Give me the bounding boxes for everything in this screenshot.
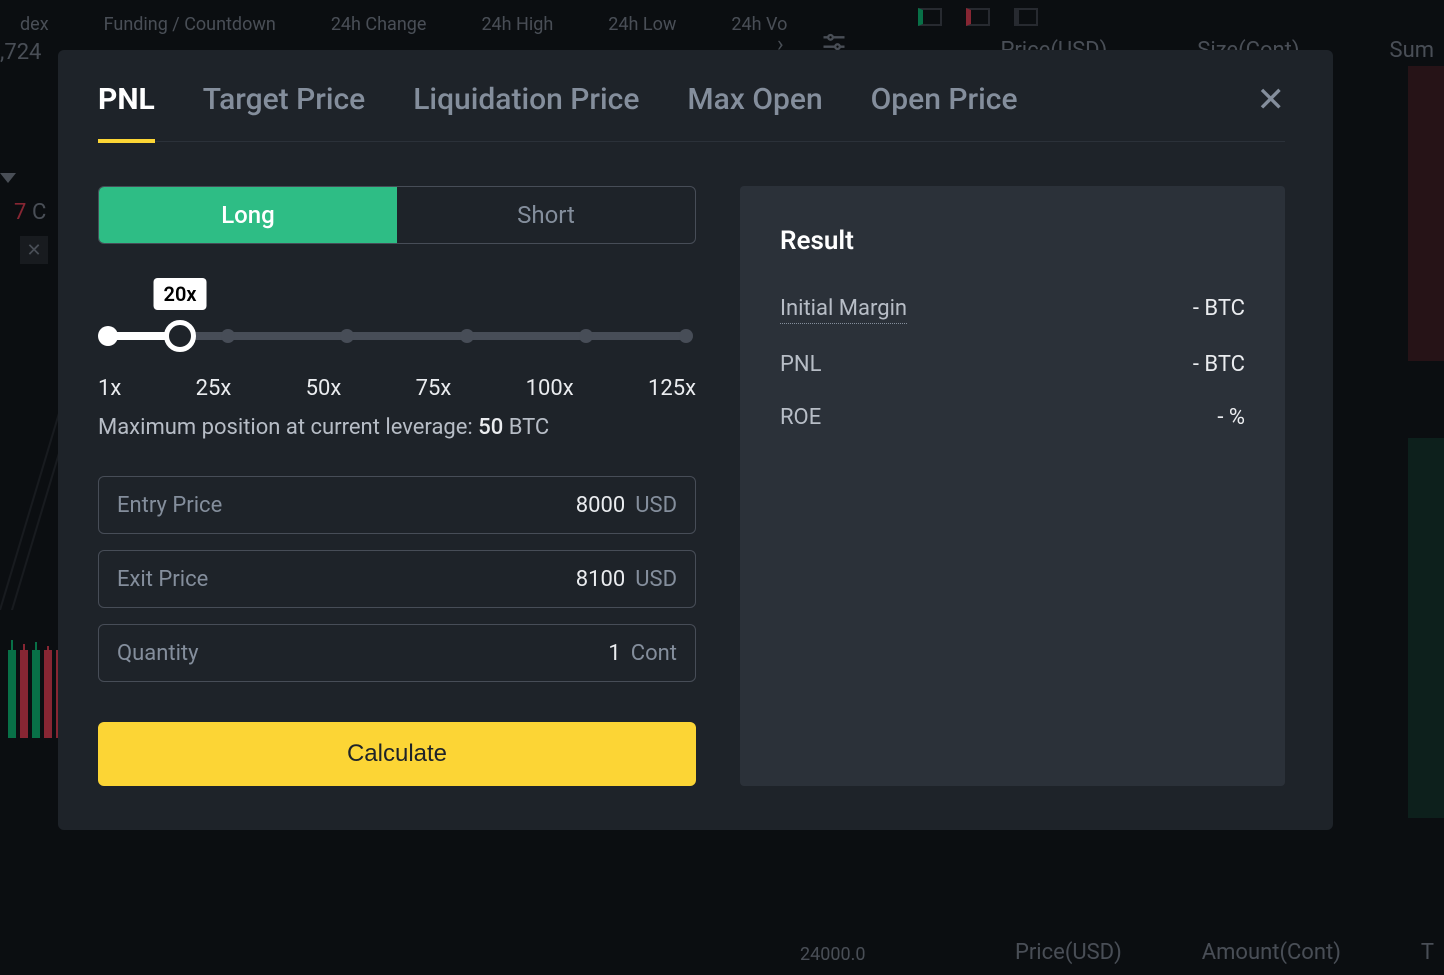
bg-asks-depth <box>1408 66 1444 361</box>
quantity-unit: Cont <box>631 641 677 666</box>
tab-liquidation-price[interactable]: Liquidation Price <box>413 82 639 117</box>
bg-header-item: 24h Low <box>608 14 676 35</box>
result-roe-label: ROE <box>780 405 821 430</box>
leverage-tick-label: 125x <box>648 376 696 401</box>
result-margin-label: Initial Margin <box>780 296 907 324</box>
leverage-tick-label: 25x <box>196 376 232 401</box>
tab-max-open[interactable]: Max Open <box>687 82 822 117</box>
calculator-tabs: PNL Target Price Liquidation Price Max O… <box>98 82 1285 142</box>
slider-tick <box>460 329 474 343</box>
slider-tick <box>221 329 235 343</box>
exit-price-input[interactable] <box>208 567 635 592</box>
bg-header-item: dex <box>20 14 49 35</box>
bg-legend-neutral-icon <box>1014 8 1038 26</box>
result-row-roe: ROE - % <box>780 405 1245 430</box>
entry-price-unit: USD <box>635 493 677 518</box>
calculator-modal: PNL Target Price Liquidation Price Max O… <box>58 50 1333 830</box>
bg-orderbook-legend <box>918 8 1038 26</box>
max-position-unit: BTC <box>503 415 549 440</box>
bg-candlesticks <box>8 650 64 738</box>
position-side-toggle: Long Short <box>98 186 696 244</box>
quantity-field[interactable]: Quantity Cont <box>98 624 696 682</box>
result-title: Result <box>780 226 1245 256</box>
result-row-margin: Initial Margin - BTC <box>780 296 1245 324</box>
bg-price-fragment: ,724 <box>0 40 41 65</box>
result-row-pnl: PNL - BTC <box>780 352 1245 377</box>
exit-price-unit: USD <box>635 567 677 592</box>
leverage-tooltip: 20x <box>154 278 207 310</box>
bg-bids-depth <box>1408 438 1444 818</box>
leverage-tick-label: 100x <box>526 376 574 401</box>
slider-start-dot <box>98 326 118 346</box>
tab-target-price[interactable]: Target Price <box>203 82 365 117</box>
result-margin-value: - BTC <box>1193 296 1245 324</box>
quantity-input[interactable] <box>199 641 631 666</box>
exit-price-label: Exit Price <box>117 567 208 592</box>
bg-close-icon: ✕ <box>20 236 48 264</box>
slider-tick <box>340 329 354 343</box>
tab-pnl[interactable]: PNL <box>98 82 155 117</box>
leverage-tick-label: 1x <box>98 376 121 401</box>
bg-trades-header: Price(USD) Amount(Cont) T <box>1015 940 1444 965</box>
bg-dropdown-icon <box>0 170 16 182</box>
exit-price-field[interactable]: Exit Price USD <box>98 550 696 608</box>
leverage-slider[interactable]: 20x <box>98 284 696 364</box>
bg-legend-red-icon <box>966 8 990 26</box>
slider-tick <box>579 329 593 343</box>
max-position-prefix: Maximum position at current leverage: <box>98 415 478 440</box>
result-pnl-value: - BTC <box>1193 352 1245 377</box>
bg-legend-green-icon <box>918 8 942 26</box>
bg-col-price: Price(USD) <box>1015 940 1122 965</box>
leverage-tick-labels: 1x 25x 50x 75x 100x 125x <box>98 376 696 401</box>
max-position-value: 50 <box>478 415 503 440</box>
bg-axis-tick: 24000.0 <box>800 944 865 965</box>
result-panel: Result Initial Margin - BTC PNL - BTC RO… <box>740 186 1285 786</box>
bg-market-header: dex Funding / Countdown 24h Change 24h H… <box>0 0 1444 48</box>
bg-header-item: 24h Vo <box>731 14 787 35</box>
result-roe-value: - % <box>1217 405 1245 430</box>
short-button[interactable]: Short <box>397 187 695 243</box>
bg-header-item: 24h Change <box>331 14 427 35</box>
bg-label-c: C <box>32 200 46 225</box>
long-button[interactable]: Long <box>99 187 397 243</box>
slider-tick <box>679 329 693 343</box>
bg-col-sum: Sum <box>1390 38 1434 63</box>
bg-col-t: T <box>1421 940 1434 965</box>
close-button[interactable]: ✕ <box>1257 83 1286 117</box>
entry-price-input[interactable] <box>222 493 635 518</box>
slider-handle[interactable] <box>164 320 196 352</box>
entry-price-field[interactable]: Entry Price USD <box>98 476 696 534</box>
leverage-tick-label: 50x <box>306 376 342 401</box>
bg-header-item: 24h High <box>481 14 553 35</box>
quantity-label: Quantity <box>117 641 199 666</box>
bg-value-red: 7 <box>14 200 26 225</box>
max-position-label: Maximum position at current leverage: 50… <box>98 415 696 440</box>
tab-open-price[interactable]: Open Price <box>871 82 1018 117</box>
bg-header-item: Funding / Countdown <box>104 14 276 35</box>
bg-trendline <box>0 410 60 610</box>
leverage-tick-label: 75x <box>416 376 452 401</box>
entry-price-label: Entry Price <box>117 493 222 518</box>
calculate-button[interactable]: Calculate <box>98 722 696 786</box>
result-pnl-label: PNL <box>780 352 821 377</box>
bg-col-amount: Amount(Cont) <box>1202 940 1341 965</box>
